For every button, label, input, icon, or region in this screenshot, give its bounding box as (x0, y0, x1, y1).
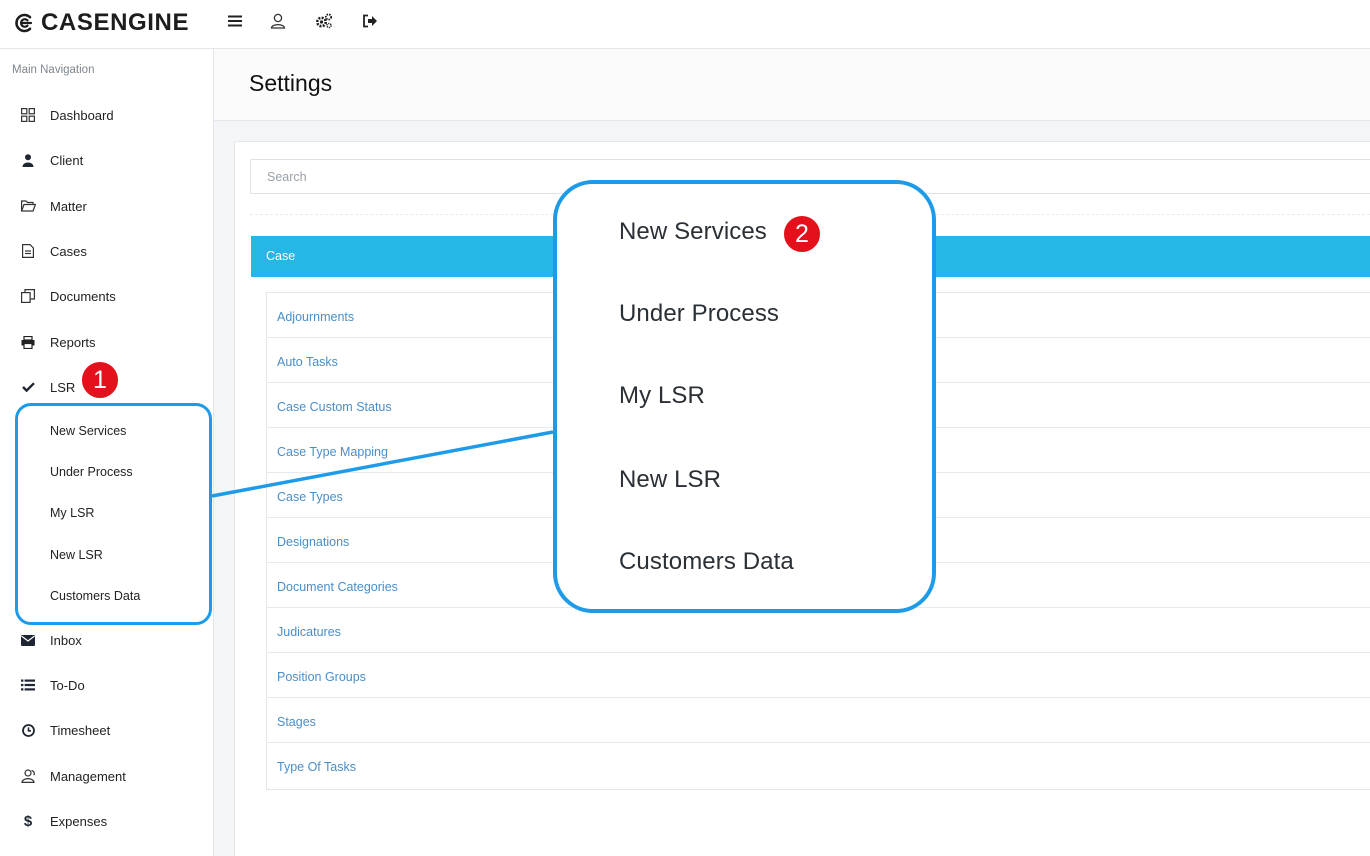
highlight-lsr-submenu (15, 403, 212, 625)
user-icon[interactable] (269, 12, 287, 30)
sidebar-item-label: Timesheet (50, 722, 111, 738)
sidebar-item-label: Dashboard (50, 107, 114, 123)
zoom-callout: New Services Under Process My LSR New LS… (553, 180, 936, 613)
step-badge-1: 1 (80, 360, 120, 400)
document-icon (20, 243, 36, 259)
list-item: Position Groups (267, 653, 1370, 698)
sidebar-item-inbox[interactable]: Inbox (0, 621, 213, 659)
sidebar-item-label: Client (50, 152, 84, 168)
envelope-icon (20, 632, 36, 648)
sidebar-item-cases[interactable]: Cases (0, 232, 213, 270)
sidebar-item-to-do[interactable]: To-Do (0, 666, 213, 704)
nav-heading: Main Navigation (12, 64, 95, 76)
copy-icon (20, 288, 36, 304)
sign-out-icon[interactable] (361, 12, 379, 30)
zoom-item-my-lsr: My LSR (619, 382, 705, 409)
sidebar-item-management[interactable]: Management (0, 757, 213, 795)
settings-link-judicatures[interactable]: Judicatures (277, 625, 341, 639)
zoom-item-new-services: New Services (619, 218, 767, 245)
settings-link-designations[interactable]: Designations (277, 535, 349, 549)
list-item: Judicatures (267, 608, 1370, 653)
sidebar-item-label: Management (50, 768, 126, 784)
menu-icon[interactable] (226, 12, 244, 30)
settings-link-document-categories[interactable]: Document Categories (277, 580, 398, 594)
brand[interactable]: CASENGINE (13, 10, 189, 36)
sidebar-item-label: To-Do (50, 677, 85, 693)
sidebar-item-label: LSR (50, 379, 76, 395)
zoom-item-customers-data: Customers Data (619, 548, 794, 575)
page-header: Settings (214, 49, 1370, 121)
dollar-icon: $ (23, 812, 33, 830)
sidebar-item-dashboard[interactable]: Dashboard (0, 96, 213, 134)
list-item: Type Of Tasks (267, 743, 1370, 788)
page-title: Settings (249, 70, 333, 96)
sidebar-item-label: Documents (50, 288, 116, 304)
sidebar-item-matter[interactable]: Matter (0, 187, 213, 225)
sidebar-item-expenses[interactable]: $ Expenses (0, 802, 213, 840)
zoom-item-under-process: Under Process (619, 300, 780, 327)
sidebar-item-client[interactable]: Client (0, 141, 213, 179)
check-icon (20, 379, 36, 395)
user-icon (20, 152, 36, 168)
settings-link-case-types[interactable]: Case Types (277, 490, 343, 504)
sidebar-item-label: Expenses (50, 813, 108, 829)
settings-link-stages[interactable]: Stages (277, 715, 316, 729)
sidebar-item-label: Matter (50, 198, 87, 214)
sidebar-item-label: Reports (50, 334, 96, 350)
top-header: CASENGINE (0, 0, 1370, 49)
zoom-item-new-lsr: New LSR (619, 466, 722, 493)
gears-icon[interactable] (315, 12, 333, 30)
settings-link-case-type-mapping[interactable]: Case Type Mapping (277, 445, 388, 459)
list-icon (20, 677, 36, 693)
settings-link-auto-tasks[interactable]: Auto Tasks (277, 355, 338, 369)
sidebar-item-timesheet[interactable]: Timesheet (0, 711, 213, 749)
grid-icon (20, 107, 36, 123)
clock-icon (20, 722, 36, 738)
settings-link-type-of-tasks[interactable]: Type Of Tasks (277, 760, 356, 774)
list-item: Stages (267, 698, 1370, 743)
settings-link-case-custom-status[interactable]: Case Custom Status (277, 400, 392, 414)
sidebar-item-documents[interactable]: Documents (0, 277, 213, 315)
settings-link-position-groups[interactable]: Position Groups (277, 670, 366, 684)
printer-icon (20, 334, 36, 350)
sidebar-item-reports[interactable]: Reports (0, 323, 213, 361)
folder-open-icon (20, 198, 36, 214)
settings-link-adjournments[interactable]: Adjournments (277, 310, 354, 324)
users-icon (20, 768, 36, 784)
step-badge-2: 2 (782, 214, 822, 254)
brand-name: CASENGINE (41, 9, 190, 36)
sidebar-item-label: Cases (50, 243, 87, 259)
casengine-logo-icon (15, 13, 33, 33)
sidebar-item-label: Inbox (50, 632, 82, 648)
